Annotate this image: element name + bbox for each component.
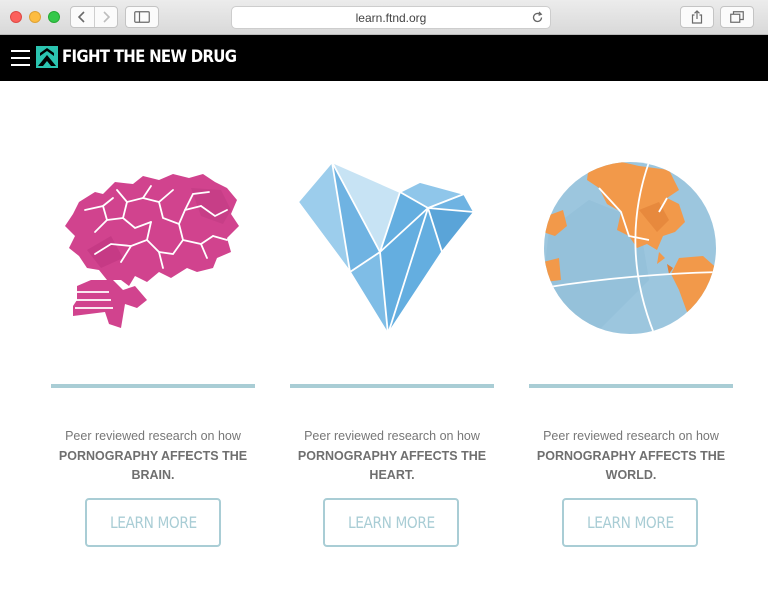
forward-button[interactable] bbox=[93, 7, 118, 27]
hamburger-line bbox=[11, 64, 30, 66]
learn-more-world-button[interactable]: LEARN MORE bbox=[562, 498, 698, 547]
reload-icon[interactable] bbox=[531, 11, 544, 24]
tab-overview-button[interactable] bbox=[720, 6, 754, 28]
card-description: Peer reviewed research on how PORNOGRAPH… bbox=[290, 427, 494, 486]
card-lead-text: Peer reviewed research on how bbox=[65, 429, 241, 443]
card-topic-line-1: PORNOGRAPHY AFFECTS THE bbox=[536, 448, 726, 463]
tabs-icon bbox=[730, 11, 744, 23]
site-logo-text[interactable]: FIGHT THE NEW DRUG bbox=[62, 47, 237, 67]
close-window-button[interactable] bbox=[10, 11, 22, 23]
learn-more-heart-button[interactable]: LEARN MORE bbox=[323, 498, 459, 547]
site-header: FIGHT THE NEW DRUG bbox=[0, 35, 768, 81]
learn-more-label: LEARN MORE bbox=[347, 513, 435, 532]
address-bar[interactable]: learn.ftnd.org bbox=[231, 6, 551, 29]
card-lead-text: Peer reviewed research on how bbox=[543, 429, 719, 443]
back-button[interactable] bbox=[71, 7, 94, 27]
card-topic-line-2: HEART. bbox=[369, 468, 415, 482]
chevron-right-icon bbox=[103, 11, 110, 23]
card-divider bbox=[290, 384, 494, 388]
navigation-buttons bbox=[70, 6, 118, 28]
hamburger-line bbox=[11, 50, 30, 52]
card-topic-line-1: PORNOGRAPHY AFFECTS THE bbox=[297, 448, 487, 463]
card-lead-text: Peer reviewed research on how bbox=[304, 429, 480, 443]
card-divider bbox=[51, 384, 255, 388]
sidebar-toggle-button[interactable] bbox=[125, 6, 159, 28]
zoom-window-button[interactable] bbox=[48, 11, 60, 23]
share-button[interactable] bbox=[680, 6, 714, 28]
card-topic-line-2: WORLD. bbox=[605, 468, 657, 482]
card-description: Peer reviewed research on how PORNOGRAPH… bbox=[51, 427, 255, 486]
ftnd-logo-icon[interactable] bbox=[36, 46, 58, 68]
sidebar-icon bbox=[134, 11, 150, 23]
hamburger-line bbox=[11, 57, 30, 59]
heart-illustration bbox=[297, 161, 475, 335]
card-divider bbox=[529, 384, 733, 388]
card-description: Peer reviewed research on how PORNOGRAPH… bbox=[529, 427, 733, 486]
share-icon bbox=[691, 10, 703, 24]
learn-more-brain-button[interactable]: LEARN MORE bbox=[85, 498, 221, 547]
learn-more-label: LEARN MORE bbox=[586, 513, 674, 532]
card-topic-line-2: BRAIN. bbox=[131, 468, 175, 482]
brain-illustration bbox=[65, 174, 239, 328]
minimize-window-button[interactable] bbox=[29, 11, 41, 23]
globe-illustration bbox=[544, 162, 716, 334]
hamburger-menu-button[interactable] bbox=[11, 50, 30, 66]
browser-toolbar: learn.ftnd.org bbox=[0, 0, 768, 35]
card-topic-line-1: PORNOGRAPHY AFFECTS THE bbox=[58, 448, 248, 463]
learn-more-label: LEARN MORE bbox=[109, 513, 197, 532]
chevron-left-icon bbox=[78, 11, 85, 23]
url-text: learn.ftnd.org bbox=[355, 10, 427, 25]
